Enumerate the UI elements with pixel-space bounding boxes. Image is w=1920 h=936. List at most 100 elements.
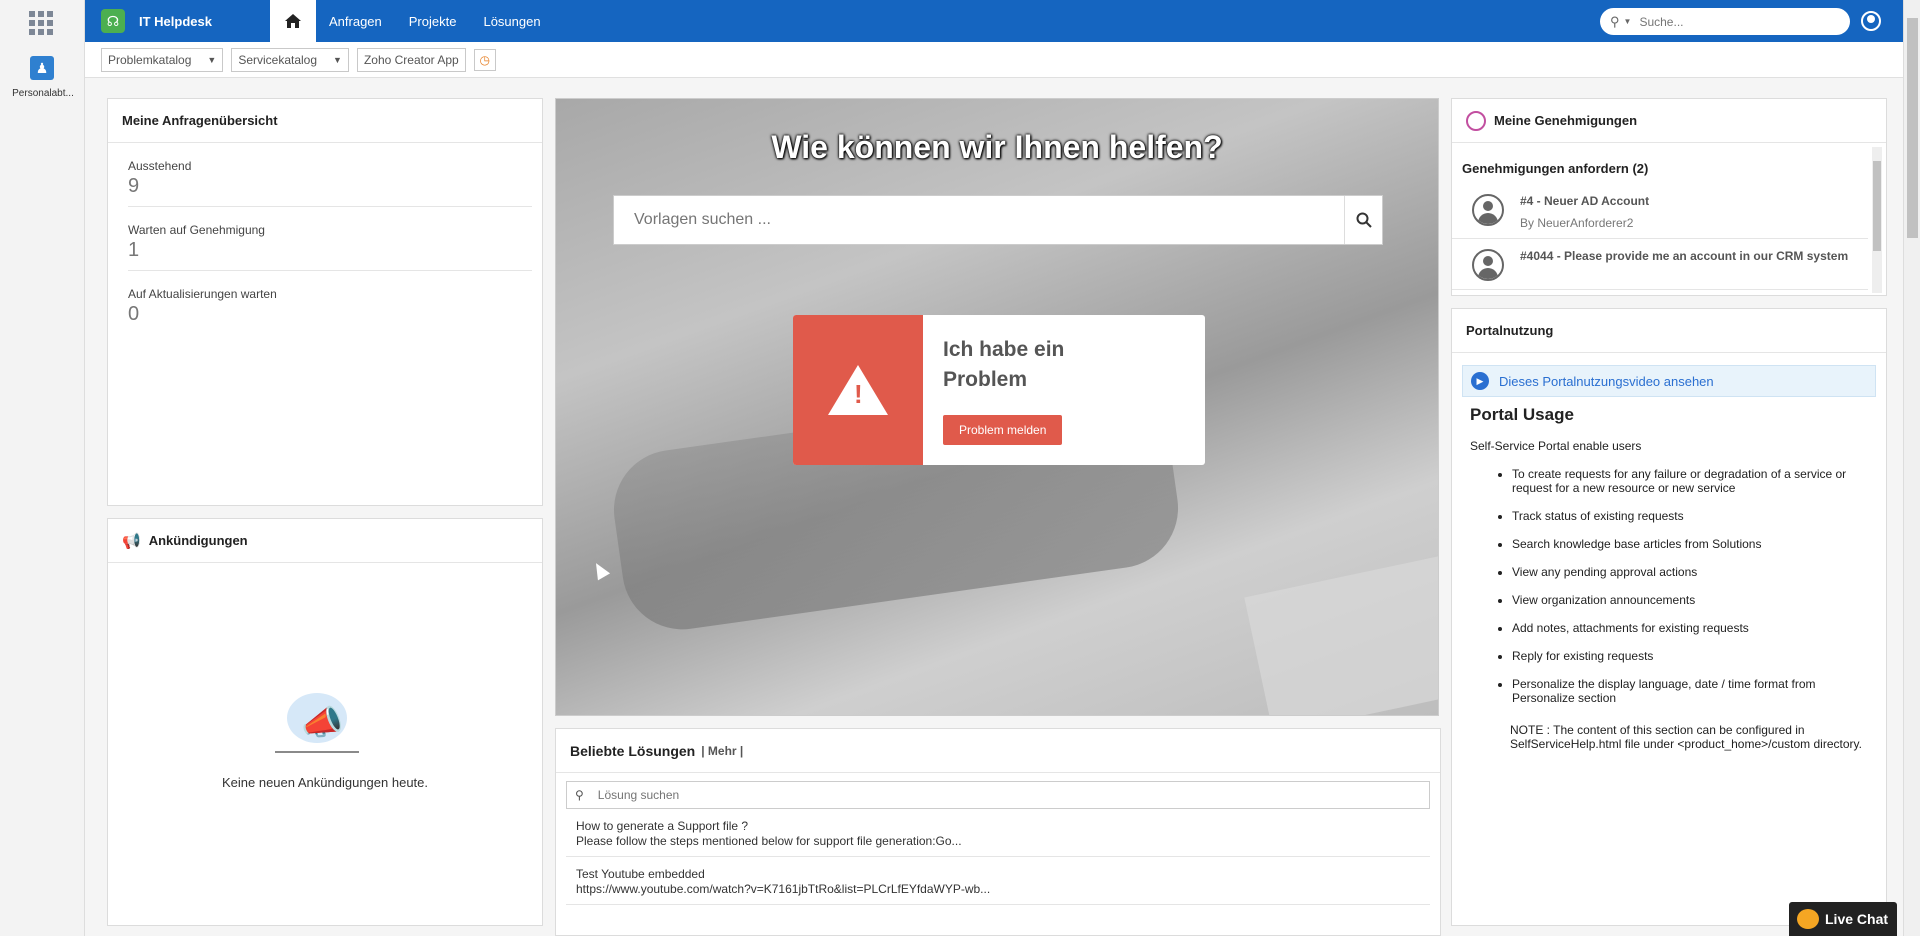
solution-search-input[interactable] bbox=[597, 788, 1429, 802]
solution-title: How to generate a Support file ? bbox=[576, 819, 749, 833]
nav-requests[interactable]: Anfragen bbox=[329, 14, 382, 29]
approval-title: #4 - Neuer AD Account bbox=[1520, 194, 1650, 208]
search-icon: ⚲ bbox=[575, 788, 584, 802]
main-nav: Anfragen Projekte Lösungen bbox=[329, 0, 568, 42]
usage-bullet: Track status of existing requests bbox=[1512, 509, 1868, 523]
app-title: IT Helpdesk bbox=[139, 13, 212, 29]
solution-title: Test Youtube embedded bbox=[576, 867, 705, 881]
live-chat-button[interactable]: Live Chat bbox=[1789, 902, 1897, 936]
approvals-title: Meine Genehmigungen bbox=[1494, 113, 1638, 128]
warning-icon: ! bbox=[828, 365, 888, 415]
overview-item-pending[interactable]: Ausstehend 9 bbox=[128, 143, 532, 207]
overview-count: 0 bbox=[128, 303, 140, 325]
brand[interactable]: ☊ IT Helpdesk bbox=[85, 0, 270, 42]
overview-count: 1 bbox=[128, 239, 140, 261]
chevron-down-icon[interactable]: ▼ bbox=[1624, 17, 1632, 26]
app-grid-icon[interactable] bbox=[29, 11, 53, 35]
approval-title: #4044 - Please provide me an account in … bbox=[1520, 249, 1849, 263]
play-icon: ▶ bbox=[1471, 372, 1489, 390]
page-scrollbar[interactable] bbox=[1903, 0, 1920, 936]
problem-catalog-label: Problemkatalog bbox=[108, 52, 192, 67]
announcements-header: 📢 Ankündigungen bbox=[108, 519, 542, 563]
chat-bubble-icon bbox=[1797, 909, 1819, 929]
portal-usage-title: Portalnutzung bbox=[1452, 309, 1886, 353]
usage-bullet: View any pending approval actions bbox=[1512, 565, 1868, 579]
usage-bullet: Search knowledge base articles from Solu… bbox=[1512, 537, 1868, 551]
megaphone-illustration-icon: 📣 bbox=[275, 681, 375, 761]
solutions-header: Beliebte Lösungen | Mehr | bbox=[556, 729, 1440, 773]
solutions-more-link[interactable]: | Mehr | bbox=[701, 744, 743, 758]
personnel-app-icon[interactable]: ♟ bbox=[30, 56, 54, 80]
announcements-empty-state: 📣 Keine neuen Ankündigungen heute. bbox=[108, 681, 542, 790]
problem-card-title: Ich habe ein Problem bbox=[943, 338, 1065, 391]
solution-item[interactable]: How to generate a Support file ? Please … bbox=[566, 809, 1430, 857]
my-approvals-panel: Meine Genehmigungen Genehmigungen anford… bbox=[1451, 98, 1887, 296]
template-search-input[interactable] bbox=[614, 196, 1344, 244]
overview-item-awaiting-approval[interactable]: Warten auf Genehmigung 1 bbox=[128, 207, 532, 271]
report-problem-card[interactable]: ! Ich habe ein Problem Problem melden bbox=[793, 315, 1205, 465]
approval-user-icon bbox=[1466, 110, 1486, 131]
personnel-app-label[interactable]: Personalabt... bbox=[4, 88, 82, 99]
announcements-empty-text: Keine neuen Ankündigungen heute. bbox=[221, 775, 429, 790]
template-search bbox=[613, 195, 1383, 245]
usage-heading: Portal Usage bbox=[1470, 405, 1574, 424]
history-icon[interactable]: ◷ bbox=[473, 48, 496, 71]
approval-item[interactable]: #4044 - Please provide me an account in … bbox=[1452, 239, 1868, 290]
zoho-creator-label: Zoho Creator App bbox=[363, 52, 459, 67]
solution-search: ⚲ bbox=[566, 781, 1430, 809]
overview-label: Warten auf Genehmigung bbox=[128, 223, 265, 237]
global-search-input[interactable] bbox=[1639, 14, 1820, 29]
approvals-scrollbar[interactable] bbox=[1872, 147, 1882, 293]
app-rail: ♟ Personalabt... bbox=[0, 0, 85, 936]
overview-label: Ausstehend bbox=[128, 159, 192, 173]
request-overview-title: Meine Anfragenübersicht bbox=[108, 99, 542, 143]
approval-requester: By NeuerAnforderer2 bbox=[1520, 216, 1634, 230]
overview-label: Auf Aktualisierungen warten bbox=[128, 287, 277, 301]
background-laptop-image bbox=[1244, 543, 1438, 715]
usage-bullet: Reply for existing requests bbox=[1512, 649, 1868, 663]
announcements-title: Ankündigungen bbox=[148, 533, 248, 548]
home-icon bbox=[285, 14, 301, 28]
nav-projects[interactable]: Projekte bbox=[409, 14, 457, 29]
hero-title: Wie können wir Ihnen helfen? bbox=[771, 129, 1223, 165]
usage-video-link[interactable]: ▶ Dieses Portalnutzungsvideo ansehen bbox=[1462, 365, 1876, 397]
solution-snippet: Please follow the steps mentioned below … bbox=[576, 834, 962, 848]
avatar-icon bbox=[1472, 249, 1504, 281]
solutions-title: Beliebte Lösungen bbox=[570, 742, 696, 759]
overview-item-awaiting-updates[interactable]: Auf Aktualisierungen warten 0 bbox=[128, 271, 532, 334]
home-tab[interactable] bbox=[270, 0, 316, 42]
live-chat-label: Live Chat bbox=[1825, 911, 1889, 927]
usage-bullet: Personalize the display language, date /… bbox=[1512, 677, 1868, 705]
request-overview-panel: Meine Anfragenübersicht Ausstehend 9 War… bbox=[107, 98, 543, 506]
usage-content: Portal Usage Self-Service Portal enable … bbox=[1452, 397, 1886, 759]
search-icon[interactable]: ⚲ bbox=[1610, 14, 1620, 30]
nav-solutions[interactable]: Lösungen bbox=[483, 14, 540, 29]
usage-bullet: View organization announcements bbox=[1512, 593, 1868, 607]
toolbar: Problemkatalog ▼ Servicekatalog ▼ Zoho C… bbox=[85, 42, 1903, 78]
problem-card-icon-area: ! bbox=[793, 315, 923, 465]
approval-item[interactable]: #4 - Neuer AD Account By NeuerAnforderer… bbox=[1452, 184, 1868, 239]
avatar-icon bbox=[1472, 194, 1504, 226]
usage-list: To create requests for any failure or de… bbox=[1470, 467, 1868, 705]
report-problem-button[interactable]: Problem melden bbox=[943, 415, 1063, 445]
template-search-button[interactable] bbox=[1344, 196, 1382, 244]
service-catalog-dropdown[interactable]: Servicekatalog ▼ bbox=[231, 47, 349, 72]
helpdesk-logo-icon: ☊ bbox=[101, 9, 125, 33]
solution-snippet: https://www.youtube.com/watch?v=K7161jbT… bbox=[576, 882, 991, 896]
user-avatar-icon[interactable] bbox=[1861, 11, 1881, 31]
chevron-down-icon: ▼ bbox=[207, 54, 217, 65]
announcements-panel: 📢 Ankündigungen 📣 Keine neuen Ankündigun… bbox=[107, 518, 543, 926]
usage-video-label: Dieses Portalnutzungsvideo ansehen bbox=[1499, 373, 1714, 389]
overview-count: 9 bbox=[128, 175, 140, 197]
usage-note: NOTE : The content of this section can b… bbox=[1510, 723, 1862, 751]
top-header: ☊ IT Helpdesk Anfragen Projekte Lösungen… bbox=[85, 0, 1903, 42]
popular-solutions-panel: Beliebte Lösungen | Mehr | ⚲ How to gene… bbox=[555, 728, 1441, 936]
solution-item[interactable]: Test Youtube embedded https://www.youtub… bbox=[566, 857, 1430, 905]
problem-catalog-dropdown[interactable]: Problemkatalog ▼ bbox=[101, 47, 224, 72]
usage-intro: Self-Service Portal enable users bbox=[1470, 439, 1642, 453]
usage-bullet: Add notes, attachments for existing requ… bbox=[1512, 621, 1868, 635]
approvals-subtitle: Genehmigungen anfordern (2) bbox=[1462, 161, 1649, 176]
approvals-header: Meine Genehmigungen bbox=[1452, 99, 1886, 143]
hero-banner: Wie können wir Ihnen helfen? ! Ich habe … bbox=[555, 98, 1439, 716]
zoho-creator-button[interactable]: Zoho Creator App bbox=[356, 47, 466, 72]
